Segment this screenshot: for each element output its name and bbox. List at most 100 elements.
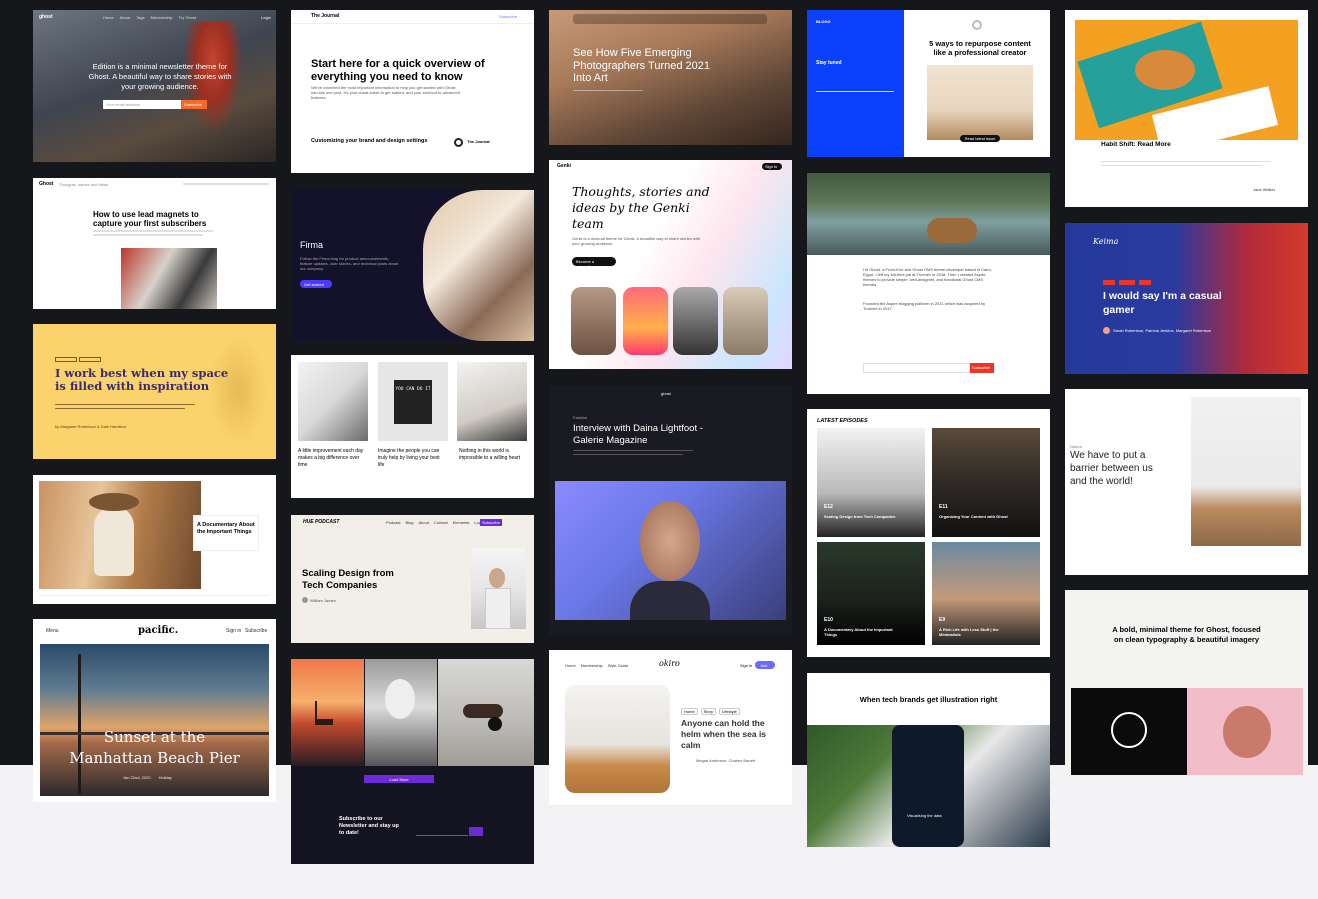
theme-card-habit[interactable]: Habit Shift: Read More Jane Walker (1065, 10, 1308, 207)
theme-card-illustration[interactable]: When tech brands get illustration right … (807, 673, 1050, 847)
theme-card-newsletter[interactable]: Load More Subscribe to our Newsletter an… (291, 659, 534, 864)
theme-card-barrier[interactable]: Nature We have to put a barrier between … (1065, 389, 1308, 575)
subscribe-button[interactable]: Subscribe (970, 363, 994, 373)
site-logo[interactable]: pacific. (138, 625, 178, 636)
newsletter-email-input[interactable] (416, 827, 468, 836)
theme-card-blogg[interactable]: BLOGG Stay tuned 5 ways to repurpose con… (807, 10, 1050, 157)
nav-blog[interactable]: Blog (405, 520, 413, 525)
theme-card-firma[interactable]: Firma Follow the Firma blog for product … (291, 190, 534, 341)
email-input[interactable]: Your email address (103, 100, 181, 109)
theme-card-ghost-blog[interactable]: Ghost Thoughts, stories and ideas How to… (33, 178, 276, 309)
tag-home[interactable]: Home (681, 708, 698, 715)
episode-card-1[interactable] (817, 428, 925, 537)
post-headline[interactable]: Sunset at the Manhattan Beach Pier (63, 727, 246, 769)
theme-card-genki[interactable]: Genki Sign in Thoughts, stories and idea… (549, 160, 792, 369)
site-brand[interactable]: The Journal (311, 13, 339, 20)
post-headline[interactable]: I work best when my space is filled with… (55, 367, 235, 393)
tag-story[interactable]: Story (700, 708, 717, 715)
post-headline[interactable]: Habit Shift: Read More (1101, 141, 1171, 148)
nav-membership[interactable]: Membership (151, 15, 173, 20)
nav-style-guide[interactable]: Style Guide (608, 663, 629, 668)
nav-podcast[interactable]: Podcast (386, 520, 400, 525)
site-logo[interactable]: okiro (659, 659, 680, 668)
theme-card-profile[interactable]: I'm Ghost, a Front-End and Ghost CMS the… (807, 173, 1050, 394)
post-headline[interactable]: I would say I'm a casual gamer (1103, 289, 1243, 317)
card-title-1[interactable]: A little improvement each day makes a bi… (298, 448, 366, 469)
nav-elements[interactable]: Elements (453, 520, 470, 525)
post-headline[interactable]: Start here for a quick overview of every… (311, 58, 511, 83)
post-headline[interactable]: Thoughts, stories and ideas by the Genki… (572, 184, 722, 232)
genki-card-3[interactable] (673, 287, 718, 355)
nav-membership[interactable]: Membership (581, 663, 603, 668)
post-headline[interactable]: A bold, minimal theme for Ghost, focused… (1111, 625, 1262, 645)
subscribe-link[interactable]: Subscribe (245, 628, 267, 635)
nav-about[interactable]: About (418, 520, 428, 525)
theme-card-pacific[interactable]: Menu pacific. Sign in Subscribe Sunset a… (33, 619, 276, 802)
feature-title[interactable]: A Documentary About the Important Things (197, 522, 259, 536)
newsletter-submit-button[interactable] (469, 827, 483, 836)
tag-2[interactable] (1119, 280, 1135, 285)
site-logo[interactable]: ghost (661, 391, 671, 396)
site-brand[interactable]: Firma (300, 240, 323, 250)
theme-card-okiro[interactable]: Home Membership Style Guide okiro Sign i… (549, 650, 792, 805)
card-title-3[interactable]: Nothing in this world is impossible to a… (459, 448, 527, 462)
theme-card-emerging[interactable]: See How Five Emerging Photographers Turn… (549, 10, 792, 145)
site-logo[interactable]: ghost (39, 14, 53, 21)
post-tag[interactable]: Fashion (573, 415, 587, 420)
card-title-2[interactable]: Imagine the people you can truly help by… (378, 448, 446, 469)
email-input[interactable] (863, 363, 970, 373)
join-button[interactable]: Join (755, 661, 775, 669)
theme-card-documentary[interactable]: A Documentary About the Important Things (33, 475, 276, 604)
post-headline[interactable]: 5 ways to repurpose content like a profe… (927, 39, 1033, 57)
genki-card-4[interactable] (723, 287, 768, 355)
nav-home[interactable]: Home (565, 663, 576, 668)
genki-card-1[interactable] (571, 287, 616, 355)
theme-card-podcast[interactable]: LATEST EPISODES E12 Scaling Design from … (807, 409, 1050, 657)
card-title[interactable]: Customizing your brand and design settin… (311, 138, 431, 145)
site-logo[interactable]: Genki (557, 163, 571, 170)
genki-card-2[interactable] (623, 287, 668, 355)
theme-card-bold[interactable]: A bold, minimal theme for Ghost, focused… (1065, 590, 1308, 775)
nav-about[interactable]: About (120, 15, 130, 20)
episode-card-2[interactable] (932, 428, 1040, 537)
read-more-button[interactable]: Read latest issue (960, 135, 1000, 142)
tag-3[interactable] (1139, 280, 1151, 285)
tag-1[interactable] (1103, 280, 1115, 285)
theme-card-daina[interactable]: ghost Fashion Interview with Daina Light… (549, 386, 792, 635)
search-bar[interactable] (573, 14, 767, 24)
theme-card-edition[interactable]: ghost Home About Tags Membership Try Gho… (33, 10, 276, 162)
post-headline[interactable]: Interview with Daina Lightfoot - Galerie… (573, 423, 713, 447)
post-headline[interactable]: When tech brands get illustration right (857, 695, 1000, 705)
subscribe-button[interactable]: Subscribe (181, 100, 207, 109)
post-headline[interactable]: See How Five Emerging Photographers Turn… (573, 47, 713, 85)
load-more-button[interactable]: Load More (364, 775, 434, 783)
nav-home[interactable]: Home (103, 15, 114, 20)
signin-link[interactable]: Sign in (740, 663, 752, 668)
theme-card-motivation[interactable]: YOU CAN DO IT A little improvement each … (291, 355, 534, 498)
tag-lifestyle[interactable]: Lifestyle (719, 708, 740, 715)
nav-try-ghost[interactable]: Try Ghost (179, 15, 196, 20)
post-headline[interactable]: We have to put a barrier between us and … (1070, 449, 1170, 488)
post-tag[interactable]: Holiday (159, 775, 172, 780)
signin-button[interactable]: Sign in (762, 163, 782, 170)
theme-card-keima[interactable]: Keima I would say I'm a casual gamer Sar… (1065, 223, 1308, 374)
nav-contact[interactable]: Contact (434, 520, 448, 525)
theme-card-work-best[interactable]: I work best when my space is filled with… (33, 324, 276, 459)
site-logo[interactable]: HUE PODCAST (303, 519, 339, 525)
site-logo[interactable]: Ghost (39, 181, 53, 188)
theme-card-journal[interactable]: The Journal Subscribe Start here for a q… (291, 10, 534, 173)
get-started-button[interactable]: Get started (300, 280, 332, 288)
site-brand[interactable]: BLOGG (816, 19, 831, 24)
menu-button[interactable]: Menu (46, 628, 59, 635)
subscribe-button[interactable]: Become a subscriber (572, 257, 616, 269)
subscribe-button[interactable]: Subscribe (480, 519, 502, 526)
post-headline[interactable]: How to use lead magnets to capture your … (93, 210, 213, 228)
login-link[interactable]: Login (261, 15, 271, 20)
post-headline[interactable]: Anyone can hold the helm when the sea is… (681, 718, 781, 751)
subscribe-link[interactable]: Subscribe (499, 14, 517, 19)
theme-card-hue-podcast[interactable]: HUE PODCAST Podcast Blog About Contact E… (291, 515, 534, 643)
nav-tags[interactable]: Tags (136, 15, 144, 20)
site-logo[interactable]: Keima (1093, 237, 1118, 246)
post-headline[interactable]: Scaling Design from Tech Companies (302, 568, 412, 591)
signin-link[interactable]: Sign in (226, 628, 241, 635)
